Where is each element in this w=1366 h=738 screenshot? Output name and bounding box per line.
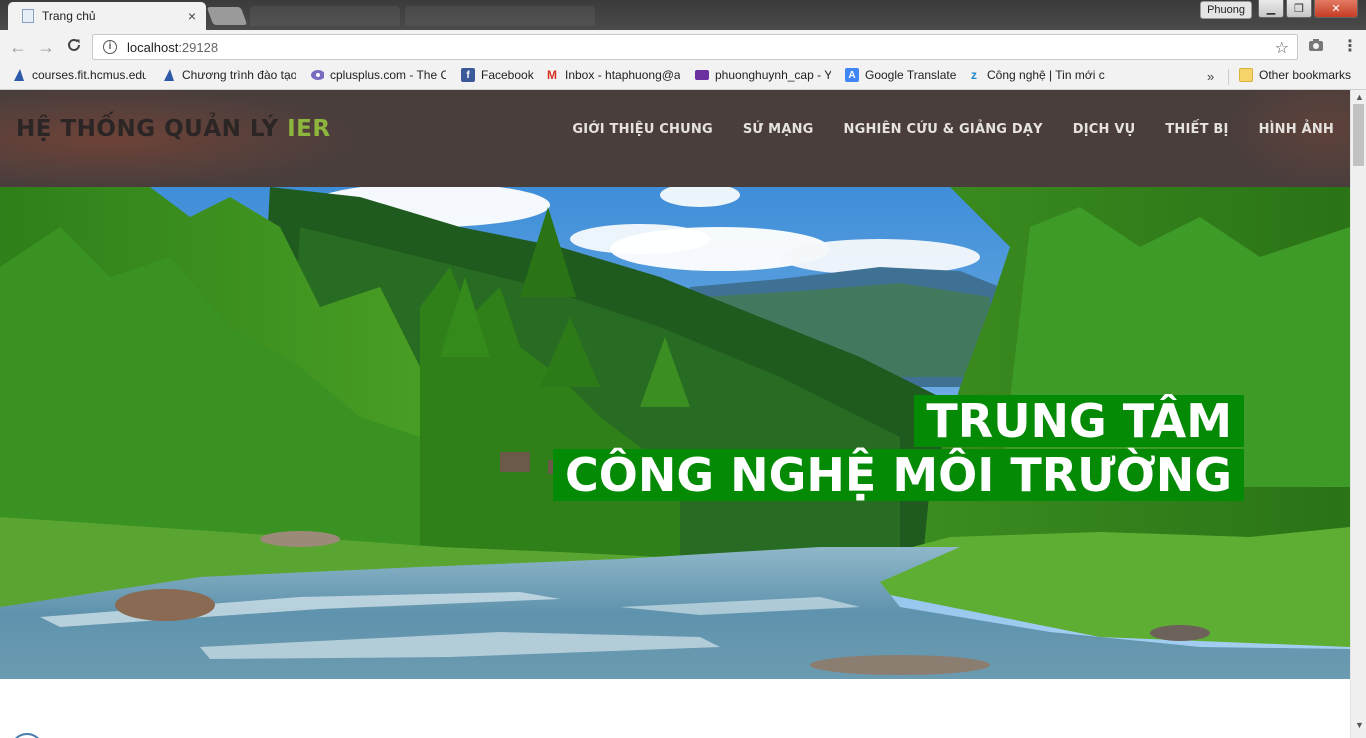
gmail-icon: M xyxy=(547,68,557,82)
site-logo[interactable]: HỆ THỐNG QUẢN LÝ IER xyxy=(16,116,331,142)
background-tab[interactable] xyxy=(405,6,595,26)
bookmark-label: Google Translate xyxy=(865,68,957,82)
scrollbar-thumb[interactable] xyxy=(1353,104,1364,166)
reload-icon[interactable] xyxy=(60,37,88,58)
tab-trang-chu[interactable]: Trang chủ × xyxy=(8,2,206,30)
header-glow xyxy=(1230,90,1350,187)
address-bar[interactable]: i localhost :29128 ☆ xyxy=(92,34,1298,60)
url-host: localhost xyxy=(127,39,179,55)
bookmark-label: Chương trình đào tạo xyxy=(182,68,296,82)
nav-su-mang[interactable]: SỨ MẠNG xyxy=(743,122,814,137)
main-nav: GIỚI THIỆU CHUNG SỨ MẠNG NGHIÊN CỨU & GI… xyxy=(572,122,1334,137)
bookmark-label: Other bookmarks xyxy=(1259,68,1352,82)
bookmark-cong-nghe[interactable]: z Công nghệ | Tin mới c xyxy=(967,68,1105,82)
mail-icon xyxy=(695,70,709,80)
window-controls: Phuong ▁ ❐ ✕ xyxy=(1200,0,1358,19)
bookmark-yahoo[interactable]: phuonghuynh_cap - Y xyxy=(695,68,831,82)
brand-text: HỆ THỐNG QUẢN LÝ xyxy=(16,116,288,142)
new-tab-button[interactable] xyxy=(206,7,248,25)
info-icon[interactable]: i xyxy=(103,40,117,54)
forward-icon[interactable]: → xyxy=(32,37,60,58)
tab-close-icon[interactable]: × xyxy=(188,8,196,24)
back-icon[interactable]: ← xyxy=(4,37,32,58)
content-section xyxy=(0,679,1350,738)
bookmark-label: Inbox - htaphuong@a xyxy=(565,68,680,82)
bookmark-label: Công nghệ | Tin mới c xyxy=(987,68,1105,82)
hero-banner: TRUNG TÂM CÔNG NGHỆ MÔI TRƯỜNG xyxy=(0,187,1350,679)
nav-thiet-bi[interactable]: THIẾT BỊ xyxy=(1165,122,1228,137)
tab-title: Trang chủ xyxy=(42,9,96,23)
section-icon xyxy=(10,733,44,738)
bookmark-google-translate[interactable]: A Google Translate xyxy=(845,68,957,82)
translate-icon: A xyxy=(845,68,859,82)
background-tab[interactable] xyxy=(250,6,400,26)
bookmark-star-icon[interactable]: ☆ xyxy=(1275,38,1289,58)
facebook-icon: f xyxy=(461,68,475,82)
page-icon xyxy=(22,9,34,23)
hero-title-line-1: TRUNG TÂM xyxy=(914,395,1244,447)
folder-icon xyxy=(1239,68,1253,82)
browser-toolbar: ← → i localhost :29128 ☆ xyxy=(0,30,1366,64)
divider xyxy=(1228,69,1229,85)
bookmark-label: courses.fit.hcmus.edu xyxy=(32,68,146,82)
bookmark-facebook[interactable]: f Facebook xyxy=(461,68,535,82)
maximize-button[interactable]: ❐ xyxy=(1286,0,1312,18)
bookmark-chuong-trinh[interactable]: Chương trình đào tạo xyxy=(162,68,296,82)
page-viewport: HỆ THỐNG QUẢN LÝ IER GIỚI THIỆU CHUNG SỨ… xyxy=(0,90,1350,738)
profile-button[interactable]: Phuong xyxy=(1200,1,1252,19)
scroll-up-icon[interactable]: ▲ xyxy=(1355,92,1364,102)
puzzle-icon xyxy=(310,68,324,82)
nav-nghien-cuu-giang-day[interactable]: NGHIÊN CỨU & GIẢNG DẠY xyxy=(844,122,1043,137)
camera-icon[interactable] xyxy=(1308,38,1324,56)
close-window-button[interactable]: ✕ xyxy=(1314,0,1358,18)
nav-gioi-thieu-chung[interactable]: GIỚI THIỆU CHUNG xyxy=(572,122,713,137)
minimize-button[interactable]: ▁ xyxy=(1258,0,1284,18)
wedge-icon xyxy=(12,68,26,82)
brand-accent: IER xyxy=(287,116,331,142)
menu-icon[interactable]: ⋮ xyxy=(1342,36,1358,56)
bookmark-label: phuonghuynh_cap - Y xyxy=(715,68,831,82)
bookmark-courses[interactable]: courses.fit.hcmus.edu xyxy=(12,68,146,82)
bookmark-label: Facebook xyxy=(481,68,534,82)
scroll-down-icon[interactable]: ▼ xyxy=(1355,720,1364,730)
url-port: :29128 xyxy=(178,39,219,55)
browser-titlebar: Trang chủ × Phuong ▁ ❐ ✕ xyxy=(0,0,1366,30)
nav-hinh-anh[interactable]: HÌNH ẢNH xyxy=(1259,122,1334,137)
wedge-icon xyxy=(162,68,176,82)
page-scrollbar[interactable]: ▲ ▼ xyxy=(1350,90,1366,738)
nav-dich-vu[interactable]: DỊCH VỤ xyxy=(1073,122,1136,137)
bookmarks-bar: courses.fit.hcmus.edu Chương trình đào t… xyxy=(0,64,1366,90)
other-bookmarks-folder[interactable]: Other bookmarks xyxy=(1239,68,1359,82)
zing-icon: z xyxy=(971,68,977,82)
site-header: HỆ THỐNG QUẢN LÝ IER GIỚI THIỆU CHUNG SỨ… xyxy=(0,90,1350,187)
bookmark-cplusplus[interactable]: cplusplus.com - The C xyxy=(310,68,446,82)
hero-title-line-2: CÔNG NGHỆ MÔI TRƯỜNG xyxy=(553,449,1244,501)
more-bookmarks-icon[interactable]: » xyxy=(1207,69,1214,84)
bookmark-gmail[interactable]: M Inbox - htaphuong@a xyxy=(545,68,680,82)
bookmark-label: cplusplus.com - The C xyxy=(330,68,446,82)
